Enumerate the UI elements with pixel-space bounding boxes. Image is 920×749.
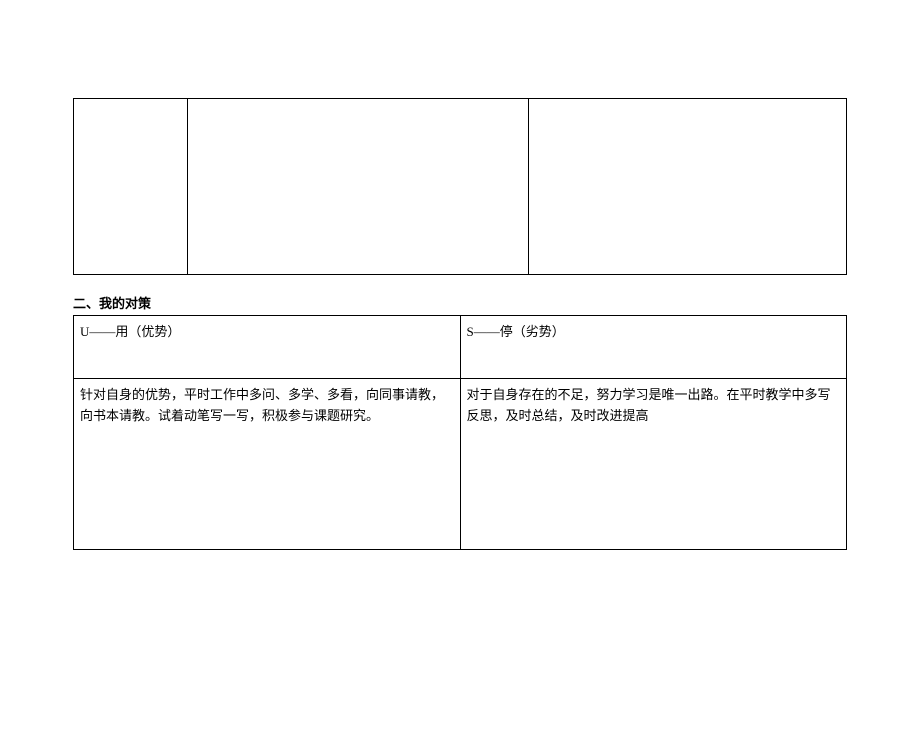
top-cell-2 (188, 99, 529, 275)
table-row: 针对自身的优势，平时工作中多问、多学、多看，向同事请教，向书本请教。试着动笔写一… (74, 379, 847, 550)
table-row (74, 99, 847, 275)
section-heading: 二、我的对策 (73, 293, 847, 312)
table-row: U——用（优势） S——停（劣势） (74, 316, 847, 379)
top-cell-3 (529, 99, 847, 275)
header-strengths: U——用（优势） (74, 316, 461, 379)
top-table (73, 98, 847, 275)
content-strengths: 针对自身的优势，平时工作中多问、多学、多看，向同事请教，向书本请教。试着动笔写一… (74, 379, 461, 550)
content-weaknesses: 对于自身存在的不足，努力学习是唯一出路。在平时教学中多写反思，及时总结，及时改进… (460, 379, 847, 550)
page-container: 二、我的对策 U——用（优势） S——停（劣势） 针对自身的优势，平时工作中多问… (0, 98, 920, 550)
header-weaknesses: S——停（劣势） (460, 316, 847, 379)
top-cell-1 (74, 99, 188, 275)
bottom-table: U——用（优势） S——停（劣势） 针对自身的优势，平时工作中多问、多学、多看，… (73, 315, 847, 550)
